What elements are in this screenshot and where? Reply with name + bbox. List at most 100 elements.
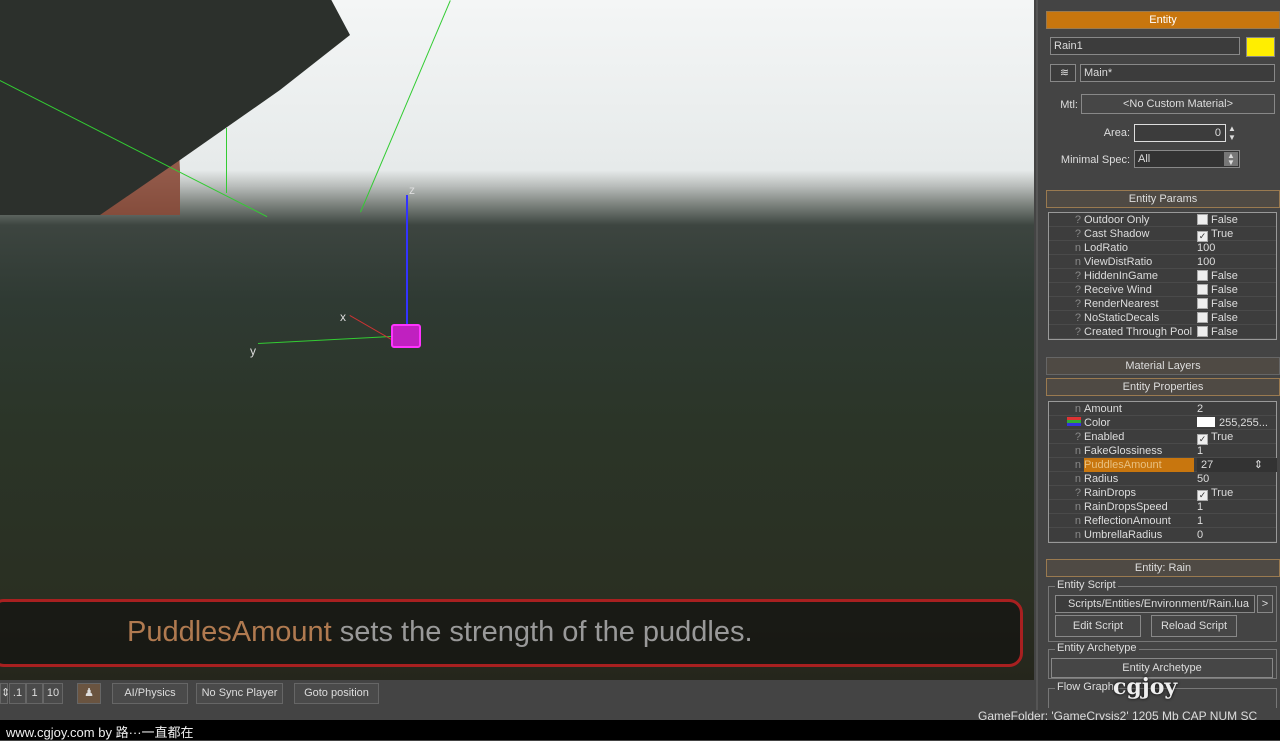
property-row[interactable]: n ReflectionAmount 1 bbox=[1049, 514, 1276, 528]
edit-script-button[interactable]: Edit Script bbox=[1055, 615, 1141, 637]
property-row[interactable]: Color 255,255... bbox=[1049, 416, 1276, 430]
property-value[interactable]: 1 bbox=[1197, 444, 1203, 458]
checkbox[interactable] bbox=[1197, 284, 1208, 295]
property-name: HiddenInGame bbox=[1084, 270, 1158, 282]
subtitle-text: sets the strength of the puddles. bbox=[331, 616, 753, 648]
step-ten-button[interactable]: 10 bbox=[43, 683, 63, 704]
checkbox[interactable] bbox=[1197, 312, 1208, 323]
property-row[interactable]: n Amount 2 bbox=[1049, 402, 1276, 416]
value-text: True bbox=[1211, 228, 1234, 240]
watermark-logo: cgjoy bbox=[1113, 674, 1178, 700]
snap-icon[interactable]: ♟ bbox=[77, 683, 101, 704]
script-browse-button[interactable]: > bbox=[1257, 595, 1273, 613]
entity-rain-header[interactable]: Entity: Rain bbox=[1046, 559, 1280, 577]
property-value[interactable]: False bbox=[1197, 269, 1238, 283]
type-icon: n bbox=[1074, 256, 1081, 268]
type-icon: ? bbox=[1074, 284, 1081, 296]
layers-icon[interactable]: ≋ bbox=[1050, 64, 1076, 82]
color-type-icon bbox=[1049, 416, 1081, 430]
z-axis-label: z bbox=[409, 183, 415, 197]
spinner-icon[interactable]: ⇕ bbox=[0, 683, 10, 704]
z-axis bbox=[406, 195, 408, 335]
property-value[interactable]: ✓ True bbox=[1197, 430, 1233, 445]
area-input[interactable]: 0 bbox=[1134, 124, 1226, 142]
minspec-select[interactable]: All ▲ ▼ bbox=[1134, 150, 1240, 168]
property-value[interactable]: False bbox=[1197, 297, 1238, 311]
checkbox[interactable] bbox=[1197, 270, 1208, 281]
property-value[interactable]: False bbox=[1197, 311, 1238, 325]
property-row[interactable]: ? Outdoor Only False bbox=[1049, 213, 1276, 227]
flow-graph-title: Flow Graph bbox=[1055, 681, 1116, 693]
entity-name-input[interactable]: Rain1 bbox=[1050, 37, 1240, 55]
property-value[interactable]: ✓ True bbox=[1197, 227, 1233, 242]
property-name: ReflectionAmount bbox=[1084, 515, 1171, 527]
rain-entity-helper[interactable] bbox=[391, 324, 421, 348]
property-value[interactable]: 27 ⇕ bbox=[1197, 458, 1277, 472]
property-row[interactable]: n LodRatio 100 bbox=[1049, 241, 1276, 255]
3d-viewport[interactable]: z x y PuddlesAmount sets the strength of… bbox=[0, 0, 1034, 680]
property-row[interactable]: n Radius 50 bbox=[1049, 472, 1276, 486]
value-text: 0 bbox=[1197, 529, 1204, 541]
property-row[interactable]: ? Cast Shadow ✓ True bbox=[1049, 227, 1276, 242]
property-name: Outdoor Only bbox=[1084, 214, 1150, 226]
goto-position-button[interactable]: Goto position bbox=[294, 683, 379, 704]
type-icon: ? bbox=[1074, 431, 1081, 443]
spinner-icon[interactable]: ⇕ bbox=[1254, 458, 1263, 472]
property-row[interactable]: ? HiddenInGame False bbox=[1049, 269, 1276, 283]
property-value[interactable]: 1 bbox=[1197, 514, 1203, 528]
property-row[interactable]: n RainDropsSpeed 1 bbox=[1049, 500, 1276, 514]
checkbox[interactable] bbox=[1197, 214, 1208, 225]
checkbox[interactable] bbox=[1197, 298, 1208, 309]
property-row[interactable]: ? Created Through Pool False bbox=[1049, 325, 1276, 339]
entity-header[interactable]: Entity bbox=[1046, 11, 1280, 29]
property-value[interactable]: 1 bbox=[1197, 500, 1203, 514]
property-name: RainDropsSpeed bbox=[1084, 501, 1168, 513]
script-path-input[interactable]: Scripts/Entities/Environment/Rain.lua bbox=[1055, 595, 1255, 613]
value-text: False bbox=[1211, 298, 1238, 310]
property-name: NoStaticDecals bbox=[1084, 312, 1160, 324]
property-value[interactable]: 100 bbox=[1197, 241, 1215, 255]
property-value[interactable]: 50 bbox=[1197, 472, 1209, 486]
property-value[interactable]: 100 bbox=[1197, 255, 1215, 269]
property-value[interactable]: False bbox=[1197, 283, 1238, 297]
checkbox[interactable] bbox=[1197, 326, 1208, 337]
property-row[interactable]: n PuddlesAmount 27 ⇕ bbox=[1049, 458, 1277, 472]
color-swatch[interactable] bbox=[1197, 417, 1215, 427]
property-value[interactable]: ✓ True bbox=[1197, 486, 1233, 501]
property-value[interactable]: False bbox=[1197, 213, 1238, 227]
area-spinner[interactable]: ▲ ▼ bbox=[1228, 124, 1236, 142]
entity-params-header[interactable]: Entity Params bbox=[1046, 190, 1280, 208]
bbox-line bbox=[360, 0, 451, 213]
step-small-button[interactable]: .1 bbox=[9, 683, 26, 704]
layer-input[interactable]: Main* bbox=[1080, 64, 1275, 82]
property-row[interactable]: ? RainDrops ✓ True bbox=[1049, 486, 1276, 501]
property-row[interactable]: n FakeGlossiness 1 bbox=[1049, 444, 1276, 458]
y-axis-label: y bbox=[250, 344, 256, 358]
property-row[interactable]: n ViewDistRatio 100 bbox=[1049, 255, 1276, 269]
type-icon: ? bbox=[1074, 270, 1081, 282]
material-button[interactable]: <No Custom Material> bbox=[1081, 94, 1275, 114]
property-row[interactable]: ? Receive Wind False bbox=[1049, 283, 1276, 297]
material-layers-header[interactable]: Material Layers bbox=[1046, 357, 1280, 375]
property-name: Radius bbox=[1084, 473, 1119, 485]
property-name: PuddlesAmount bbox=[1084, 458, 1194, 472]
property-row[interactable]: n UmbrellaRadius 0 bbox=[1049, 528, 1276, 542]
value-text: 1 bbox=[1197, 501, 1204, 513]
entity-color-swatch[interactable] bbox=[1246, 37, 1275, 57]
no-sync-player-button[interactable]: No Sync Player bbox=[196, 683, 283, 704]
property-value[interactable]: False bbox=[1197, 325, 1238, 339]
property-row[interactable]: ? NoStaticDecals False bbox=[1049, 311, 1276, 325]
reload-script-button[interactable]: Reload Script bbox=[1151, 615, 1237, 637]
type-icon: n bbox=[1074, 515, 1081, 527]
property-value[interactable]: 0 bbox=[1197, 528, 1203, 542]
property-row[interactable]: ? Enabled ✓ True bbox=[1049, 430, 1276, 445]
entity-params-grid: ? Outdoor Only False? Cast Shadow ✓ True n LodR… bbox=[1048, 212, 1277, 340]
value-text: 255,255... bbox=[1219, 417, 1268, 429]
property-value[interactable]: 255,255... bbox=[1197, 416, 1268, 430]
property-value[interactable]: 2 bbox=[1197, 402, 1203, 416]
step-one-button[interactable]: 1 bbox=[26, 683, 43, 704]
property-name: Enabled bbox=[1084, 431, 1125, 443]
ai-physics-button[interactable]: AI/Physics bbox=[112, 683, 188, 704]
property-row[interactable]: ? RenderNearest False bbox=[1049, 297, 1276, 311]
entity-properties-header[interactable]: Entity Properties bbox=[1046, 378, 1280, 396]
